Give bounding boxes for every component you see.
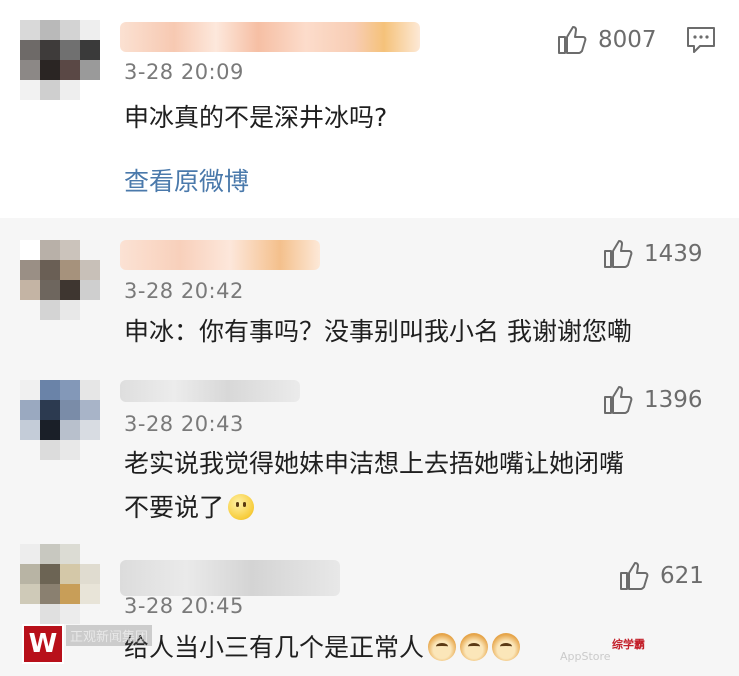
watermark-logo: W — [22, 624, 64, 664]
like-count: 1396 — [644, 387, 703, 413]
like-count: 621 — [660, 563, 704, 589]
avatar[interactable] — [20, 380, 100, 460]
username-blurred[interactable] — [120, 22, 420, 52]
like-count: 1439 — [644, 241, 703, 267]
doge-emoji-icon — [492, 633, 521, 661]
reply-item: 3-28 20:42 1439 申冰：你有事吗？没事别叫我小名 我谢谢您嘞 — [0, 222, 739, 362]
reply-item: 3-28 20:43 1396 老实说我觉得她妹申洁想上去捂她嘴让她闭嘴 不要说… — [0, 368, 739, 538]
doge-emoji-icon — [428, 633, 457, 661]
view-original-link[interactable]: 查看原微博 — [124, 162, 249, 198]
comment-icon[interactable] — [686, 26, 716, 54]
comment-text: 申冰真的不是深井冰吗? — [124, 103, 388, 132]
username-blurred[interactable] — [120, 560, 340, 596]
reply-text: 申冰：你有事吗？没事别叫我小名 我谢谢您嘞 — [124, 317, 632, 346]
thumbs-up-icon — [558, 26, 587, 54]
thumbs-up-icon — [604, 386, 633, 414]
like-count: 8007 — [598, 27, 657, 53]
watermark-right-sub: AppStore — [560, 650, 611, 663]
doge-emoji-icon — [460, 633, 489, 661]
like-button[interactable]: 1439 — [602, 238, 703, 270]
reply-item: 3-28 20:45 621 给人当小三有几个是正常人 — [0, 540, 739, 676]
watermark-right-text: 综学霸 — [612, 638, 645, 651]
comment-time: 3-28 20:09 — [124, 60, 244, 84]
main-comment-card: 3-28 20:09 8007 申冰真的不是深井冰吗? 查看原微博 — [0, 0, 739, 218]
reply-text-line1: 老实说我觉得她妹申洁想上去捂她嘴让她闭嘴 — [124, 449, 625, 478]
reply-text: 给人当小三有几个是正常人 — [124, 626, 521, 670]
thumbs-up-icon — [604, 240, 633, 268]
reply-text-line2: 不要说了 — [124, 486, 255, 530]
like-button[interactable]: 621 — [618, 560, 704, 592]
avatar[interactable] — [20, 240, 100, 320]
smile-emoji-icon — [228, 494, 255, 520]
username-blurred[interactable] — [120, 380, 300, 402]
like-button[interactable]: 1396 — [602, 384, 703, 416]
watermark-left-text: 正观新闻集团 — [66, 625, 153, 646]
avatar[interactable] — [20, 20, 100, 100]
reply-time: 3-28 20:43 — [124, 412, 244, 436]
reply-time: 3-28 20:42 — [124, 279, 244, 303]
avatar[interactable] — [20, 544, 100, 624]
thumbs-up-icon — [620, 562, 649, 590]
like-button[interactable]: 8007 — [556, 24, 657, 56]
username-blurred[interactable] — [120, 240, 320, 270]
reply-time: 3-28 20:45 — [124, 594, 244, 618]
